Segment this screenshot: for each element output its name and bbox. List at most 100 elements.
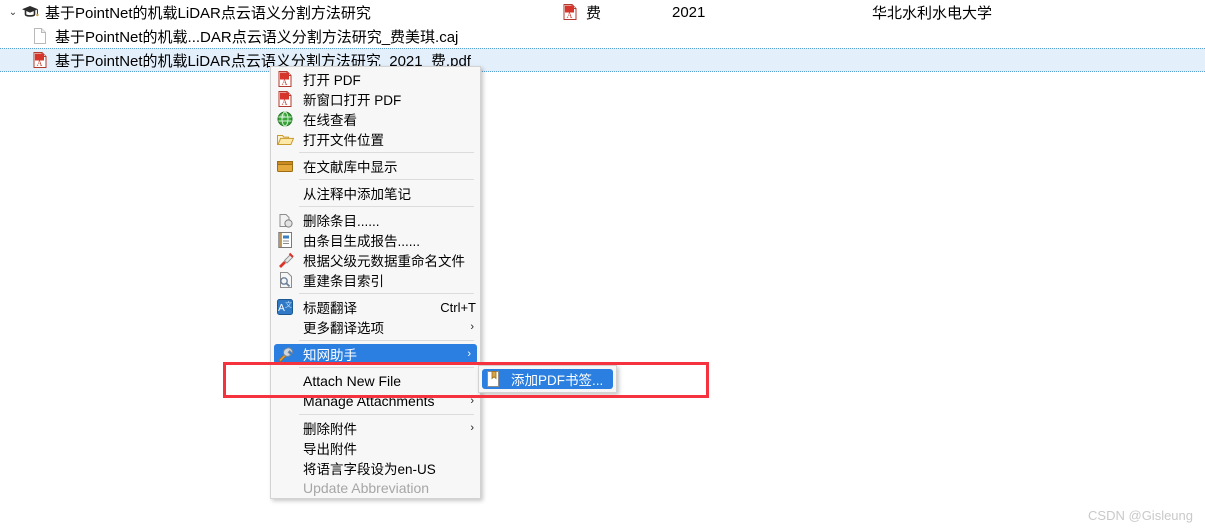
svg-text:A: A (282, 78, 288, 87)
open-folder-icon (275, 131, 295, 147)
rename-icon (275, 252, 295, 268)
menu-item-shortcut: Ctrl+T (440, 299, 476, 315)
menu-separator (299, 206, 474, 207)
menu-item: Update Abbreviation (271, 478, 480, 498)
chevron-right-icon: › (467, 348, 471, 360)
item-author: 费 (586, 4, 602, 22)
menu-item-label: 删除附件 (303, 422, 357, 437)
menu-item[interactable]: Attach New File (271, 371, 480, 391)
menu-separator (299, 367, 474, 368)
menu-item[interactable]: 知网助手 › (274, 344, 477, 364)
menu-item-label: 删除条目...... (303, 214, 380, 229)
menu-item[interactable]: Manage Attachments › (271, 391, 480, 411)
menu-item-label: Manage Attachments (303, 393, 435, 409)
no-icon (275, 440, 295, 456)
menu-item[interactable]: 由条目生成报告...... (271, 230, 480, 250)
context-menu[interactable]: A 打开 PDF A 新窗口打开 PDF 在线查看打开文件位置 在文献库中显示从注释中添加… (270, 66, 481, 499)
menu-item[interactable]: A 文标题翻译 Ctrl+T (271, 297, 480, 317)
report-icon (275, 232, 295, 248)
menu-item-label: 知网助手 (303, 348, 357, 363)
library-icon (275, 158, 295, 174)
menu-item-label: 更多翻译选项 (303, 321, 384, 336)
svg-text:A: A (282, 98, 288, 107)
watermark: CSDN @Gisleung (1088, 508, 1193, 523)
menu-item[interactable]: 更多翻译选项 › (271, 317, 480, 337)
menu-separator (299, 179, 474, 180)
pdf-icon: A (560, 3, 580, 21)
menu-item[interactable]: 在文献库中显示 (271, 156, 480, 176)
no-icon (275, 480, 295, 496)
menu-item-label: Update Abbreviation (303, 480, 430, 496)
menu-item[interactable]: 打开文件位置 (271, 129, 480, 149)
menu-item-label: Attach New File (303, 373, 402, 389)
item-year: 2021 (672, 3, 706, 21)
menu-item-label: 打开 PDF (303, 73, 361, 88)
rename-icon (275, 252, 295, 268)
delete-item-icon (275, 212, 295, 228)
menu-item[interactable]: 根据父级元数据重命名文件 (271, 250, 480, 270)
graduation-cap-icon (20, 3, 40, 21)
item-author-cell: A费 (560, 0, 601, 24)
chevron-right-icon: › (470, 395, 474, 407)
context-submenu[interactable]: 添加PDF书签... (478, 365, 617, 393)
svg-text:A: A (567, 11, 573, 20)
wrench-icon (275, 346, 295, 362)
item-row[interactable]: ⌄ 基于PointNet的机载LiDAR点云语义分割方法研究 A 费 2021 华北水利水… (0, 0, 1205, 24)
no-icon (275, 393, 295, 409)
menu-item[interactable]: 从注释中添加笔记 (271, 183, 480, 203)
menu-item[interactable]: A 新窗口打开 PDF (271, 89, 480, 109)
no-icon (275, 420, 295, 436)
menu-item-label: 根据父级元数据重命名文件 (303, 254, 465, 269)
menu-item-label: 由条目生成报告...... (303, 234, 421, 249)
menu-item-label: 在线查看 (303, 113, 357, 128)
item-title: 基于PointNet的机载LiDAR点云语义分割方法研究 (45, 4, 371, 22)
menu-item-label: 导出附件 (303, 442, 357, 457)
menu-item-label: 新窗口打开 PDF (303, 93, 402, 108)
menu-item[interactable]: 删除附件 › (271, 418, 480, 438)
menu-item-label: 添加PDF书签... (511, 373, 604, 388)
item-title: 基于PointNet的机载...DAR点云语义分割方法研究_费美琪.caj (55, 28, 459, 46)
no-icon (275, 373, 295, 389)
menu-item[interactable]: 导出附件 (271, 438, 480, 458)
bookmark-icon (483, 371, 503, 387)
reindex-icon (275, 272, 295, 288)
chevron-down-icon[interactable]: ⌄ (6, 7, 20, 18)
menu-item[interactable]: 删除条目...... (271, 210, 480, 230)
menu-separator (299, 152, 474, 153)
no-icon (275, 185, 295, 201)
delete-item-icon (275, 212, 295, 228)
globe-icon (275, 111, 295, 127)
menu-item-label: 重建条目索引 (303, 274, 384, 289)
document-icon (30, 27, 50, 45)
no-icon (275, 319, 295, 335)
menu-separator (299, 340, 474, 341)
menu-item[interactable]: 重建条目索引 (271, 270, 480, 290)
menu-separator (299, 414, 474, 415)
pdf-icon: A (275, 91, 295, 107)
menu-item[interactable]: 在线查看 (271, 109, 480, 129)
menu-item-label: 标题翻译 (303, 301, 357, 316)
menu-item[interactable]: 添加PDF书签... (482, 369, 613, 389)
translate-icon: A文 (275, 299, 295, 315)
item-row[interactable]: 基于PointNet的机载...DAR点云语义分割方法研究_费美琪.caj (0, 24, 1205, 48)
report-icon (275, 232, 295, 248)
menu-item[interactable]: 将语言字段设为en-US (271, 458, 480, 478)
chevron-right-icon: › (470, 422, 474, 434)
item-list: ⌄ 基于PointNet的机载LiDAR点云语义分割方法研究 A 费 2021 华北水利水… (0, 0, 1205, 72)
pdf-icon: A (275, 91, 295, 107)
reindex-icon (275, 272, 295, 288)
translate-icon: A文 (275, 299, 295, 315)
menu-separator (299, 293, 474, 294)
item-publisher: 华北水利水电大学 (872, 4, 993, 22)
menu-item[interactable]: A 打开 PDF (271, 69, 480, 89)
menu-item-label: 打开文件位置 (303, 133, 384, 148)
menu-item-label: 在文献库中显示 (303, 160, 398, 175)
svg-text:文: 文 (285, 300, 292, 309)
library-icon (275, 158, 295, 174)
open-folder-icon (275, 131, 295, 147)
wrench-icon (275, 346, 295, 362)
item-row[interactable]: A 基于PointNet的机载LiDAR点云语义分割方法研究_2021_费.pdf (0, 48, 1205, 72)
chevron-right-icon: › (470, 321, 474, 333)
menu-item-label: 将语言字段设为en-US (303, 462, 436, 477)
globe-icon (275, 111, 295, 127)
